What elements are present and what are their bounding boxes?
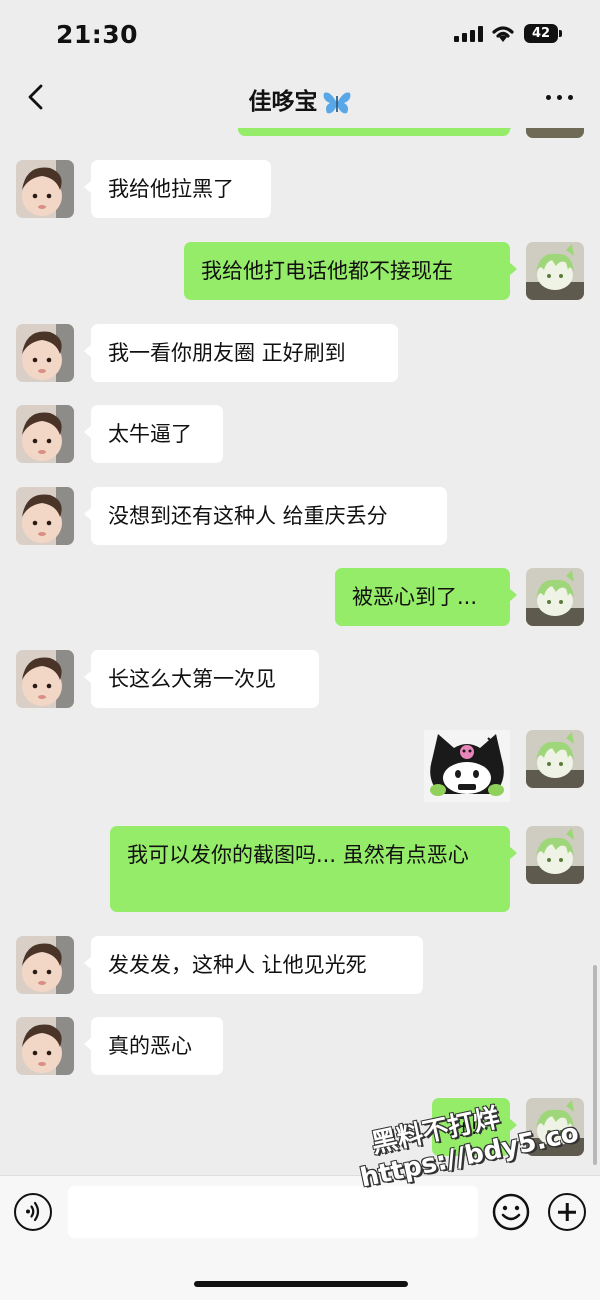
chat-title: 佳哆宝 [0,82,600,116]
message-bubble[interactable]: 长这么大第一次见 [84,650,319,708]
contact-avatar[interactable] [16,936,74,994]
message-bubble[interactable]: 发发发，这种人 让他见光死 [84,936,423,994]
message-bubble[interactable]: 没想到还有这种人 给重庆丢分 [84,487,447,545]
home-indicator [194,1281,408,1287]
battery-icon: 42 [524,24,562,43]
message-bubble[interactable]: 我可以发你的截图吗... 虽然有点恶心 [110,826,517,912]
my-avatar[interactable] [526,730,584,788]
chat-area[interactable]: 我给他拉黑了 我给他打电话他都不接现在 我一看你朋友圈 正好刷到 太牛逼了 没想… [0,0,600,1175]
contact-name: 佳哆宝 [248,89,318,115]
my-avatar[interactable] [526,568,584,626]
contact-avatar[interactable] [16,405,74,463]
voice-icon[interactable] [14,1193,52,1231]
message-bubble[interactable]: 我给他打电话他都不接现在 [184,242,517,300]
message-input[interactable] [68,1186,478,1238]
status-bar: 21:30 42 [0,0,600,66]
message-bubble[interactable]: 被恶心到了... [335,568,517,626]
signal-icon [454,26,484,42]
message-bubble[interactable]: 太牛逼了 [84,405,223,463]
emoji-icon[interactable] [492,1193,530,1231]
wifi-icon [492,26,514,42]
plus-icon[interactable] [548,1193,586,1231]
kuromi-sticker[interactable] [424,730,510,802]
my-avatar[interactable] [526,826,584,884]
contact-avatar[interactable] [16,324,74,382]
contact-avatar[interactable] [16,1017,74,1075]
chat-header: 佳哆宝 [0,66,600,128]
contact-avatar[interactable] [16,650,74,708]
butterfly-icon [323,91,350,113]
message-bubble[interactable]: 我一看你朋友圈 正好刷到 [84,324,398,382]
contact-avatar[interactable] [16,487,74,545]
my-avatar[interactable] [526,242,584,300]
scrollbar[interactable] [593,965,597,1165]
input-bar [0,1175,600,1300]
message-bubble[interactable]: 真的恶心 [84,1017,223,1075]
message-bubble[interactable]: 我给他拉黑了 [84,160,271,218]
contact-avatar[interactable] [16,160,74,218]
more-dots-icon[interactable] [544,84,576,110]
status-time: 21:30 [56,20,139,49]
